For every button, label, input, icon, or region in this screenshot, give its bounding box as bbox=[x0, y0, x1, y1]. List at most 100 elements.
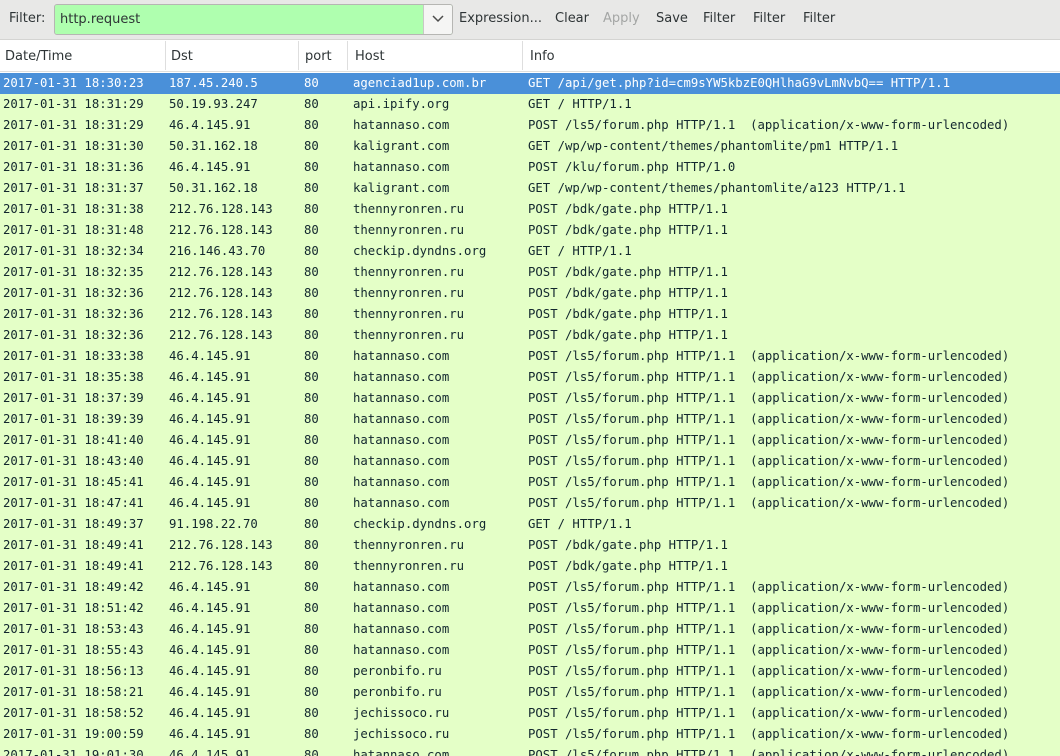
packet-row[interactable]: 2017-01-31 18:31:48 212.76.128.143 80 thenn… bbox=[0, 220, 1060, 241]
packet-info: POST /ls5/forum.php HTTP/1.1 (applicatio… bbox=[528, 580, 1010, 594]
packet-host: thennyronren.ru bbox=[353, 286, 465, 300]
filter-combobox[interactable] bbox=[54, 4, 453, 35]
packet-info: GET /api/get.php?id=cm9sYW5kbzE0QHlhaG9v… bbox=[528, 76, 950, 90]
packet-row[interactable]: 2017-01-31 18:35:38 46.4.145.91 80 hatannas… bbox=[0, 367, 1060, 388]
packet-info: POST /bdk/gate.php HTTP/1.1 bbox=[528, 328, 728, 342]
packet-host: hatannaso.com bbox=[353, 580, 450, 594]
save-button[interactable]: Save bbox=[656, 11, 688, 26]
column-header-info[interactable]: Info bbox=[525, 40, 1060, 72]
packet-row[interactable]: 2017-01-31 18:31:30 50.31.162.18 80 kaligra… bbox=[0, 136, 1060, 157]
packet-row[interactable]: 2017-01-31 18:49:41 212.76.128.143 80 thenn… bbox=[0, 535, 1060, 556]
packet-host: jechissoco.ru bbox=[353, 706, 450, 720]
packet-row[interactable]: 2017-01-31 18:33:38 46.4.145.91 80 hatannas… bbox=[0, 346, 1060, 367]
column-header-host[interactable]: Host bbox=[350, 40, 522, 72]
column-separator[interactable] bbox=[522, 41, 523, 70]
packet-row[interactable]: 2017-01-31 18:32:34 216.146.43.70 80 checki… bbox=[0, 241, 1060, 262]
packet-info: POST /bdk/gate.php HTTP/1.1 bbox=[528, 265, 728, 279]
packet-dst: 50.31.162.18 bbox=[169, 139, 258, 153]
packet-row[interactable]: 2017-01-31 18:58:52 46.4.145.91 80 jechisso… bbox=[0, 703, 1060, 724]
packet-row[interactable]: 2017-01-31 18:37:39 46.4.145.91 80 hatannas… bbox=[0, 388, 1060, 409]
packet-dst: 212.76.128.143 bbox=[169, 328, 273, 342]
packet-info: POST /ls5/forum.php HTTP/1.1 (applicatio… bbox=[528, 349, 1010, 363]
filter-dropdown-button[interactable] bbox=[423, 5, 452, 34]
packet-time: 2017-01-31 18:31:48 bbox=[3, 223, 144, 237]
packet-host: checkip.dyndns.org bbox=[353, 517, 487, 531]
packet-row[interactable]: 2017-01-31 18:51:42 46.4.145.91 80 hatannas… bbox=[0, 598, 1060, 619]
packet-port: 80 bbox=[304, 286, 319, 300]
packet-dst: 212.76.128.143 bbox=[169, 286, 273, 300]
packet-dst: 216.146.43.70 bbox=[169, 244, 266, 258]
packet-row[interactable]: 2017-01-31 18:49:37 91.198.22.70 80 checkip… bbox=[0, 514, 1060, 535]
column-separator[interactable] bbox=[298, 41, 299, 70]
expression-button[interactable]: Expression... bbox=[459, 11, 542, 26]
column-header-dst[interactable]: Dst bbox=[166, 40, 298, 72]
display-filter-toolbar: Filter: Expression... Clear Apply Save F… bbox=[0, 0, 1060, 40]
packet-dst: 212.76.128.143 bbox=[169, 559, 273, 573]
packet-info: POST /bdk/gate.php HTTP/1.1 bbox=[528, 307, 728, 321]
packet-info: POST /bdk/gate.php HTTP/1.1 bbox=[528, 223, 728, 237]
packet-row[interactable]: 2017-01-31 18:55:43 46.4.145.91 80 hatannas… bbox=[0, 640, 1060, 661]
packet-row[interactable]: 2017-01-31 18:32:35 212.76.128.143 80 thenn… bbox=[0, 262, 1060, 283]
packet-port: 80 bbox=[304, 139, 319, 153]
packet-port: 80 bbox=[304, 433, 319, 447]
clear-button[interactable]: Clear bbox=[555, 11, 589, 26]
packet-row[interactable]: 2017-01-31 18:31:29 46.4.145.91 80 hatannas… bbox=[0, 115, 1060, 136]
packet-row[interactable]: 2017-01-31 18:31:37 50.31.162.18 80 kaligra… bbox=[0, 178, 1060, 199]
packet-dst: 46.4.145.91 bbox=[169, 706, 251, 720]
packet-row[interactable]: 2017-01-31 18:45:41 46.4.145.91 80 hatannas… bbox=[0, 472, 1060, 493]
packet-row[interactable]: 2017-01-31 18:56:13 46.4.145.91 80 peronbif… bbox=[0, 661, 1060, 682]
packet-dst: 46.4.145.91 bbox=[169, 160, 251, 174]
packet-row[interactable]: 2017-01-31 18:58:21 46.4.145.91 80 peronbif… bbox=[0, 682, 1060, 703]
packet-dst: 46.4.145.91 bbox=[169, 685, 251, 699]
packet-row[interactable]: 2017-01-31 18:41:40 46.4.145.91 80 hatannas… bbox=[0, 430, 1060, 451]
packet-dst: 212.76.128.143 bbox=[169, 202, 273, 216]
packet-host: peronbifo.ru bbox=[353, 685, 442, 699]
packet-info: GET / HTTP/1.1 bbox=[528, 97, 632, 111]
packet-row[interactable]: 2017-01-31 18:31:38 212.76.128.143 80 thenn… bbox=[0, 199, 1060, 220]
packet-info: POST /ls5/forum.php HTTP/1.1 (applicatio… bbox=[528, 391, 1010, 405]
packet-time: 2017-01-31 18:58:21 bbox=[3, 685, 144, 699]
packet-row[interactable]: 2017-01-31 18:31:36 46.4.145.91 80 hatannas… bbox=[0, 157, 1060, 178]
apply-button[interactable]: Apply bbox=[603, 11, 640, 26]
packet-time: 2017-01-31 18:53:43 bbox=[3, 622, 144, 636]
packet-row[interactable]: 2017-01-31 18:32:36 212.76.128.143 80 thenn… bbox=[0, 325, 1060, 346]
packet-row[interactable]: 2017-01-31 18:31:29 50.19.93.247 80 api.ipi… bbox=[0, 94, 1060, 115]
packet-info: GET /wp/wp-content/themes/phantomlite/pm… bbox=[528, 139, 899, 153]
packet-port: 80 bbox=[304, 223, 319, 237]
column-header-port[interactable]: port bbox=[300, 40, 347, 72]
packet-row[interactable]: 2017-01-31 18:53:43 46.4.145.91 80 hatannas… bbox=[0, 619, 1060, 640]
packet-info: POST /ls5/forum.php HTTP/1.1 (applicatio… bbox=[528, 118, 1010, 132]
packet-time: 2017-01-31 18:33:38 bbox=[3, 349, 144, 363]
packet-row[interactable]: 2017-01-31 18:43:40 46.4.145.91 80 hatannas… bbox=[0, 451, 1060, 472]
packet-host: hatannaso.com bbox=[353, 496, 450, 510]
packet-row[interactable]: 2017-01-31 18:49:41 212.76.128.143 80 thenn… bbox=[0, 556, 1060, 577]
packet-time: 2017-01-31 18:51:42 bbox=[3, 601, 144, 615]
packet-row[interactable]: 2017-01-31 18:49:42 46.4.145.91 80 hatannas… bbox=[0, 577, 1060, 598]
packet-row[interactable]: 2017-01-31 19:01:30 46.4.145.91 80 hatannas… bbox=[0, 745, 1060, 756]
packet-port: 80 bbox=[304, 118, 319, 132]
packet-row[interactable]: 2017-01-31 18:39:39 46.4.145.91 80 hatannas… bbox=[0, 409, 1060, 430]
packet-row[interactable]: 2017-01-31 18:47:41 46.4.145.91 80 hatannas… bbox=[0, 493, 1060, 514]
packet-host: agenciad1up.com.br bbox=[353, 76, 487, 90]
packet-host: peronbifo.ru bbox=[353, 664, 442, 678]
filter-button-1[interactable]: Filter bbox=[703, 11, 735, 26]
packet-dst: 46.4.145.91 bbox=[169, 370, 251, 384]
packet-time: 2017-01-31 18:35:38 bbox=[3, 370, 144, 384]
filter-input[interactable] bbox=[55, 5, 422, 34]
packet-port: 80 bbox=[304, 580, 319, 594]
packet-port: 80 bbox=[304, 76, 319, 90]
packet-row[interactable]: 2017-01-31 18:30:23 187.45.240.5 80 agencia… bbox=[0, 73, 1060, 94]
column-header-datetime[interactable]: Date/Time bbox=[0, 40, 165, 72]
packet-time: 2017-01-31 18:49:37 bbox=[3, 517, 144, 531]
packet-row[interactable]: 2017-01-31 18:32:36 212.76.128.143 80 thenn… bbox=[0, 283, 1060, 304]
filter-button-2[interactable]: Filter bbox=[753, 11, 785, 26]
packet-host: hatannaso.com bbox=[353, 391, 450, 405]
packet-port: 80 bbox=[304, 349, 319, 363]
packet-row[interactable]: 2017-01-31 19:00:59 46.4.145.91 80 jechisso… bbox=[0, 724, 1060, 745]
packet-host: hatannaso.com bbox=[353, 622, 450, 636]
column-separator[interactable] bbox=[347, 41, 348, 70]
packet-info: POST /ls5/forum.php HTTP/1.1 (applicatio… bbox=[528, 433, 1010, 447]
packet-port: 80 bbox=[304, 265, 319, 279]
filter-button-3[interactable]: Filter bbox=[803, 11, 835, 26]
packet-row[interactable]: 2017-01-31 18:32:36 212.76.128.143 80 thenn… bbox=[0, 304, 1060, 325]
